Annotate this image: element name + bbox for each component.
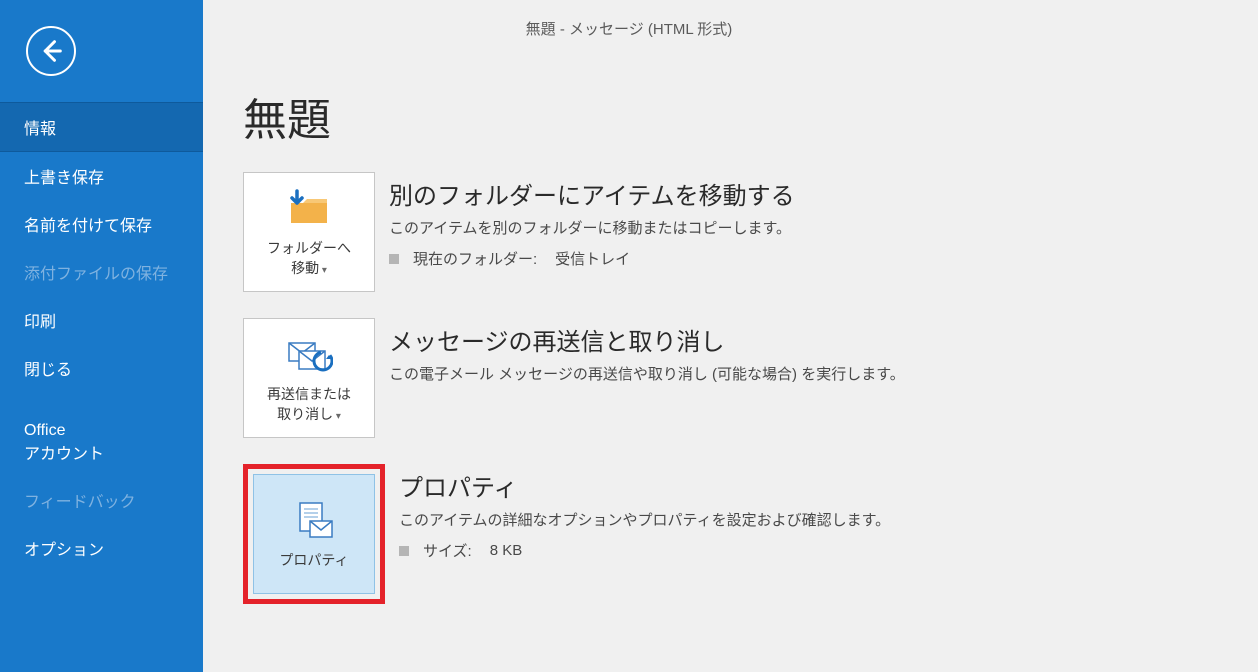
- section-resend: 再送信または 取り消し メッセージの再送信と取り消し この電子メール メッセージ…: [243, 318, 1258, 438]
- nav-save-as[interactable]: 名前を付けて保存: [0, 200, 203, 248]
- current-folder-label: 現在のフォルダー:: [413, 248, 537, 269]
- resend-icon: [285, 331, 333, 379]
- properties-tile-label: プロパティ: [279, 551, 348, 571]
- nav-save[interactable]: 上書き保存: [0, 152, 203, 200]
- properties-button[interactable]: プロパティ: [253, 474, 375, 594]
- nav-info[interactable]: 情報: [0, 102, 203, 152]
- size-label: サイズ:: [423, 540, 472, 561]
- size-row: サイズ: 8 KB: [399, 540, 890, 561]
- resend-title: メッセージの再送信と取り消し: [389, 322, 905, 357]
- folder-move-icon: [285, 185, 333, 233]
- move-tile-label: フォルダーへ 移動: [267, 239, 351, 278]
- move-title: 別のフォルダーにアイテムを移動する: [389, 176, 795, 211]
- nav-options[interactable]: オプション: [0, 524, 203, 572]
- nav-close[interactable]: 閉じる: [0, 344, 203, 392]
- back-button[interactable]: [26, 26, 76, 76]
- resend-desc: この電子メール メッセージの再送信や取り消し (可能な場合) を実行します。: [389, 363, 905, 384]
- size-value: 8 KB: [490, 542, 523, 559]
- properties-icon: [290, 497, 338, 545]
- properties-desc: このアイテムの詳細なオプションやプロパティを設定および確認します。: [399, 509, 890, 530]
- nav-office-account[interactable]: Office アカウント: [0, 410, 203, 476]
- nav-print[interactable]: 印刷: [0, 296, 203, 344]
- section-move: フォルダーへ 移動 別のフォルダーにアイテムを移動する このアイテムを別のフォル…: [243, 172, 1258, 292]
- nav-feedback: フィードバック: [0, 476, 203, 524]
- move-desc: このアイテムを別のフォルダーに移動またはコピーします。: [389, 217, 795, 238]
- nav-save-attachments: 添付ファイルの保存: [0, 248, 203, 296]
- backstage-nav: 情報 上書き保存 名前を付けて保存 添付ファイルの保存 印刷 閉じる Offic…: [0, 102, 203, 572]
- content-pane: 無題 フォルダーへ 移動 別のフォルダーにアイテムを移動する このアイテムを別の…: [203, 0, 1258, 672]
- backstage-sidebar: 情報 上書き保存 名前を付けて保存 添付ファイルの保存 印刷 閉じる Offic…: [0, 0, 203, 672]
- resend-recall-button[interactable]: 再送信または 取り消し: [243, 318, 375, 438]
- page-title: 無題: [243, 84, 1258, 148]
- arrow-left-icon: [37, 37, 65, 65]
- properties-title: プロパティ: [399, 468, 890, 503]
- properties-highlight-box: プロパティ: [243, 464, 385, 604]
- move-to-folder-button[interactable]: フォルダーへ 移動: [243, 172, 375, 292]
- resend-tile-label: 再送信または 取り消し: [267, 385, 351, 424]
- current-folder-row: 現在のフォルダー: 受信トレイ: [389, 248, 795, 269]
- section-properties: プロパティ プロパティ このアイテムの詳細なオプションやプロパティを設定および確…: [243, 464, 1258, 604]
- current-folder-value: 受信トレイ: [555, 248, 630, 269]
